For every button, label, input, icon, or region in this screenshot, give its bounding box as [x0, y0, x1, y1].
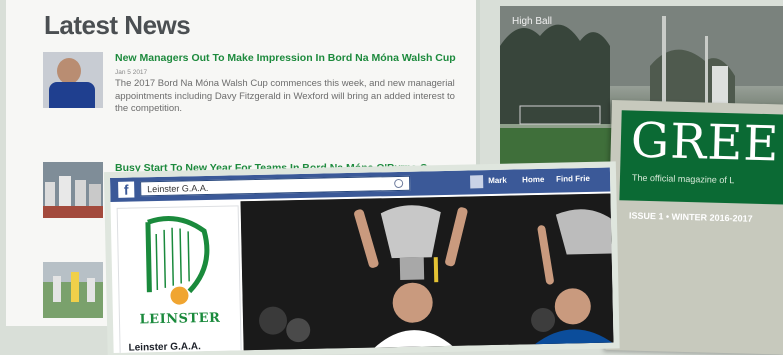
cover-photo[interactable] [240, 193, 614, 352]
news-heading: Latest News [44, 10, 191, 40]
magazine-issue: ISSUE 1 • WINTER 2016-2017 [628, 210, 753, 224]
news-headline-link[interactable]: New Managers Out To Make Impression In B… [115, 52, 460, 65]
trophy-celebration-illustration [240, 193, 614, 352]
search-icon[interactable] [394, 178, 404, 189]
facebook-logo-icon[interactable]: f [118, 181, 135, 198]
magazine-title: GREE [630, 112, 781, 173]
news-excerpt: The 2017 Bord Na Móna Walsh Cup commence… [115, 78, 455, 114]
facebook-search-input[interactable]: Leinster G.A.A. [140, 175, 411, 197]
leinster-crest-icon [145, 215, 210, 305]
news-thumbnail[interactable] [43, 162, 103, 218]
magazine-tagline: The official magazine of L [631, 172, 735, 186]
facebook-screenshot: f Leinster G.A.A. Mark Home Find Frie LE… [110, 167, 614, 353]
news-date: Jan 5 2017 [115, 69, 148, 76]
photo-caption: High Ball [512, 16, 553, 27]
nav-home[interactable]: Home [522, 175, 544, 184]
nav-profile[interactable]: Mark [488, 176, 507, 185]
nav-find-friends[interactable]: Find Frie [556, 174, 590, 184]
crest-wordmark: LEINSTER [139, 310, 221, 328]
avatar[interactable] [470, 175, 484, 189]
news-thumbnail[interactable] [43, 262, 103, 318]
magazine-masthead: GREE The official magazine of L [619, 110, 783, 205]
page-profile-card: LEINSTER Leinster G.A.A. [116, 205, 242, 353]
news-thumbnail[interactable] [43, 52, 103, 108]
magazine-cover[interactable]: GREE The official magazine of L ISSUE 1 … [605, 100, 783, 355]
search-value: Leinster G.A.A. [147, 182, 209, 195]
